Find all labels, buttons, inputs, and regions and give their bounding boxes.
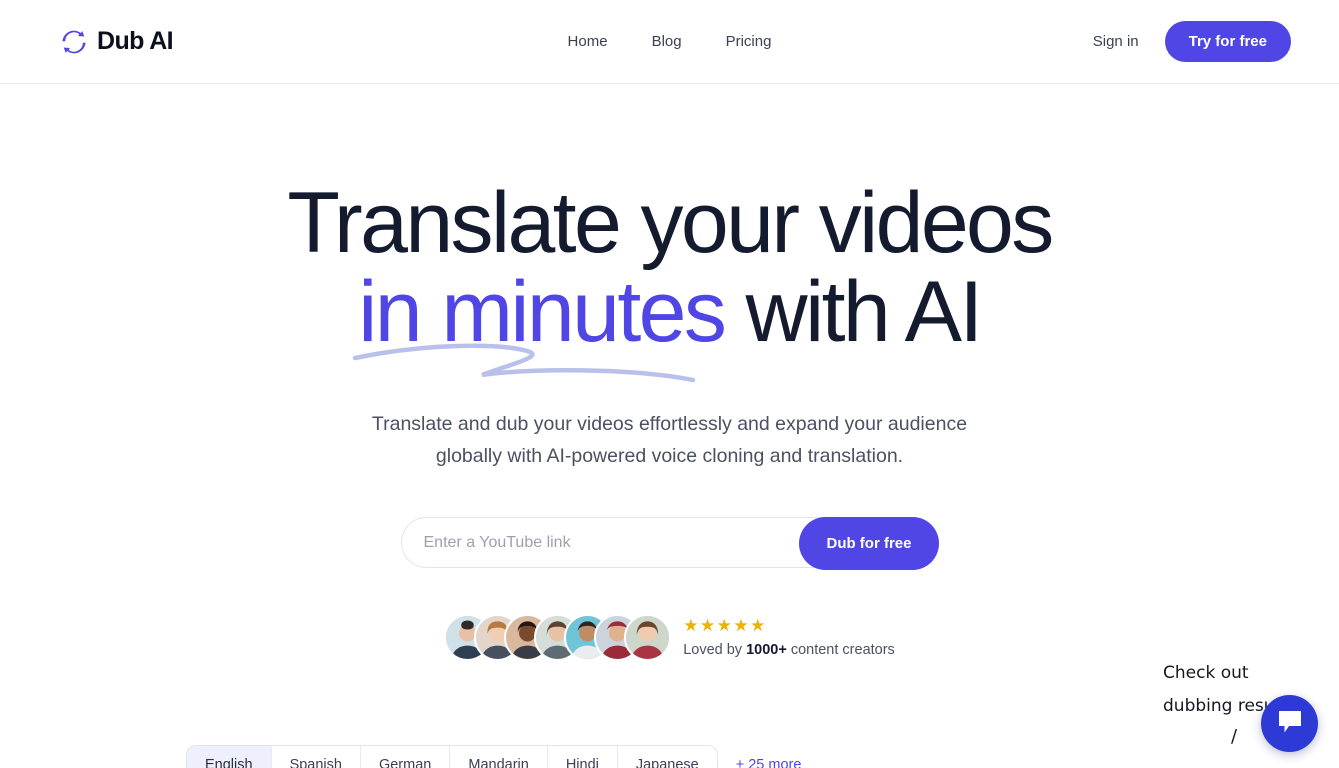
nav-item-pricing[interactable]: Pricing <box>726 33 772 50</box>
dub-for-free-button[interactable]: Dub for free <box>799 517 939 571</box>
brand-logo-link[interactable]: Dub AI <box>60 27 174 56</box>
nav-item-home[interactable]: Home <box>568 33 608 50</box>
loved-by-label: Loved by 1000+ content creators <box>683 642 895 658</box>
refresh-arrows-icon <box>60 28 88 56</box>
language-tabs-section: English Spanish German Mandarin Hindi Ja… <box>186 745 801 768</box>
sign-in-link[interactable]: Sign in <box>1093 33 1139 50</box>
social-proof: ★★★★★ Loved by 1000+ content creators <box>0 614 1339 662</box>
language-tabs: English Spanish German Mandarin Hindi Ja… <box>186 745 718 768</box>
hero-subtitle-line-1: Translate and dub your videos effortless… <box>371 413 968 436</box>
main-nav: Home Blog Pricing <box>568 33 772 50</box>
language-tab-german[interactable]: German <box>360 746 451 768</box>
language-tab-mandarin[interactable]: Mandarin <box>450 746 548 768</box>
nav-item-blog[interactable]: Blog <box>652 33 682 50</box>
try-for-free-button[interactable]: Try for free <box>1164 21 1291 62</box>
hero-title-line-1: Translate your videos <box>287 175 1054 271</box>
hero-subtitle-line-2: globally with AI-powered voice cloning a… <box>435 444 904 467</box>
chat-bubble-icon <box>1276 709 1304 738</box>
star-rating: ★★★★★ <box>683 616 767 636</box>
loved-by-count: 1000+ <box>746 642 787 659</box>
social-proof-text: ★★★★★ Loved by 1000+ content creators <box>683 617 895 658</box>
language-tab-spanish[interactable]: Spanish <box>271 746 361 768</box>
page-title: Translate your videos in minutes with AI <box>0 180 1339 383</box>
hero-highlight-text: in minutes <box>358 263 727 360</box>
hero-subtitle: Translate and dub your videos effortless… <box>0 409 1339 472</box>
language-tab-japanese[interactable]: Japanese <box>617 746 717 768</box>
hero-title-tail: with AI <box>724 263 984 360</box>
language-tab-hindi[interactable]: Hindi <box>547 746 618 768</box>
header-actions: Sign in Try for free <box>1093 21 1291 62</box>
language-more-link[interactable]: + 25 more <box>736 757 802 768</box>
chat-widget-button[interactable] <box>1261 695 1318 752</box>
hero-section: Translate your videos in minutes with AI… <box>0 84 1339 662</box>
site-header: Dub AI Home Blog Pricing Sign in Try for… <box>0 0 1339 84</box>
hero-title-highlight: in minutes <box>353 269 727 383</box>
language-tab-english[interactable]: English <box>187 746 272 768</box>
loved-by-prefix: Loved by <box>683 642 747 659</box>
annotation-line-1: Check out <box>1163 663 1249 684</box>
loved-by-suffix: content creators <box>786 642 895 659</box>
brand-name: Dub AI <box>97 27 174 55</box>
hero-title-line-2: in minutes with AI <box>353 269 983 383</box>
dub-form: Dub for free <box>400 517 939 571</box>
avatar-stack <box>444 614 672 662</box>
avatar <box>624 614 672 662</box>
